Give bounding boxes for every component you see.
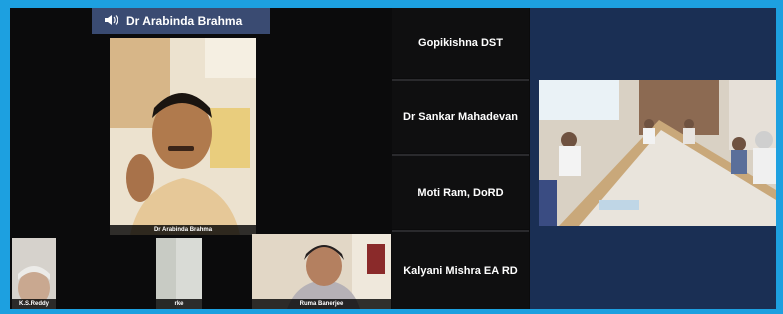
participant-name: Gopikishna DST [418, 37, 503, 49]
participant-name: Dr Sankar Mahadevan [403, 111, 518, 123]
participant-name-column: Gopikishna DST Dr Sankar Mahadevan Moti … [392, 8, 529, 309]
video-tile-label: Dr Arabinda Brahma [110, 225, 256, 235]
participant-tile[interactable]: Dr Sankar Mahadevan [392, 81, 529, 153]
video-tile-label: rke [156, 299, 202, 309]
video-conference-screen: Dr Arabinda Brahma Dr Arabinda Brahma K.… [10, 8, 776, 309]
monitor-frame: Dr Arabinda Brahma Dr Arabinda Brahma K.… [0, 0, 783, 314]
participant-video [110, 38, 256, 235]
participant-tile[interactable]: Moti Ram, DoRD [392, 156, 529, 229]
conference-room-video[interactable] [539, 80, 776, 226]
participant-name: Kalyani Mishra EA RD [403, 264, 518, 277]
participant-name: Moti Ram, DoRD [417, 186, 504, 199]
video-tile-small[interactable]: rke [156, 238, 202, 309]
video-tile-small[interactable]: Ruma Banerjee [252, 234, 391, 309]
video-tile-main[interactable]: Dr Arabinda Brahma [110, 38, 256, 235]
active-speaker-name: Dr Arabinda Brahma [126, 14, 243, 28]
participant-video [539, 80, 776, 226]
participant-tile[interactable]: Kalyani Mishra EA RD [392, 232, 529, 309]
speaker-icon [104, 14, 126, 29]
video-tile-label: Ruma Banerjee [252, 299, 391, 309]
participant-video [252, 234, 391, 309]
room-video-panel [530, 8, 776, 309]
video-tile-label: K.S.Reddy [12, 299, 56, 309]
video-tile-small[interactable]: K.S.Reddy [12, 238, 56, 309]
participant-tile[interactable]: Gopikishna DST [392, 8, 529, 78]
active-speaker-bar: Dr Arabinda Brahma [92, 8, 270, 34]
